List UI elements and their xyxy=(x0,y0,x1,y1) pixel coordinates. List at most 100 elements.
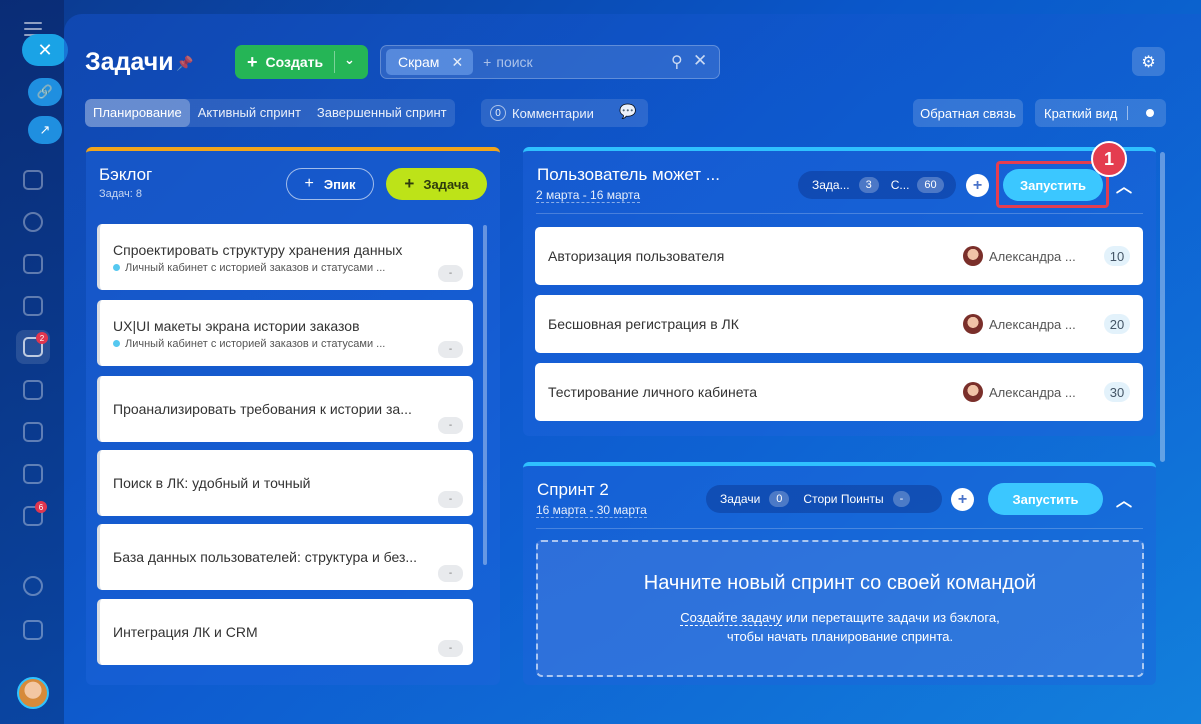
scrollbar[interactable] xyxy=(483,225,487,565)
create-button[interactable]: + Создать ⌄ xyxy=(235,45,368,79)
sprint-dates[interactable]: 2 марта - 16 марта xyxy=(536,188,641,203)
comments-button[interactable]: 0 Комментарии 💬 xyxy=(481,99,648,127)
file-icon[interactable] xyxy=(23,296,43,316)
calendar-icon[interactable] xyxy=(23,254,43,274)
tasks-label: Задачи xyxy=(720,492,761,506)
sprint-drop-zone[interactable]: Начните новый спринт со своей командой С… xyxy=(536,540,1144,677)
backlog-column: Бэклог Задач: 8 + Эпик + Задача Спроекти… xyxy=(86,147,500,685)
divider xyxy=(536,213,1143,214)
card-title: Проанализировать требования к истории за… xyxy=(113,401,412,417)
story-points[interactable]: - xyxy=(438,491,463,508)
search-icon[interactable]: ⚲ xyxy=(671,52,683,72)
sprint-dates[interactable]: 16 марта - 30 марта xyxy=(536,503,647,518)
page-title: Задачи xyxy=(85,48,174,76)
backlog-card[interactable]: Поиск в ЛК: удобный и точный - xyxy=(97,450,473,516)
add-epic-button[interactable]: + Эпик xyxy=(286,168,374,200)
search-input[interactable] xyxy=(496,54,677,70)
card-title: UX|UI макеты экрана истории заказов xyxy=(113,318,360,334)
sprint-stats: Задачи 0 Стори Поинты - xyxy=(706,485,942,513)
backlog-card[interactable]: UX|UI макеты экрана истории заказов Личн… xyxy=(97,300,473,366)
card-title: Интеграция ЛК и CRM xyxy=(113,624,258,640)
points-count: - xyxy=(892,491,911,507)
epic-label: Эпик xyxy=(323,176,356,192)
inbox-icon[interactable] xyxy=(23,422,43,442)
feedback-button[interactable]: Обратная связь xyxy=(913,99,1023,127)
compact-view-toggle[interactable]: Краткий вид xyxy=(1035,99,1166,127)
sprint-task-row[interactable]: Авторизация пользователя Александра ... … xyxy=(535,227,1143,285)
comments-count: 0 xyxy=(490,105,506,121)
clear-icon[interactable]: ✕ xyxy=(693,51,707,71)
plus-icon: + xyxy=(247,51,258,72)
plus-icon: + xyxy=(304,175,314,192)
avatar[interactable] xyxy=(17,677,49,709)
mail-icon[interactable] xyxy=(23,464,43,484)
sprint-2-column: Спринт 2 16 марта - 30 марта Задачи 0 Ст… xyxy=(523,462,1156,685)
filter-chip-label: Скрам xyxy=(398,54,440,70)
task-title: Тестирование личного кабинета xyxy=(548,384,758,400)
sprint-task-row[interactable]: Тестирование личного кабинета Александра… xyxy=(535,363,1143,421)
sprint-task-row[interactable]: Бесшовная регистрация в ЛК Александра ..… xyxy=(535,295,1143,353)
backlog-count: Задач: 8 xyxy=(99,188,143,200)
filter-chip[interactable]: Скрам ✕ xyxy=(386,49,474,75)
card-title: Поиск в ЛК: удобный и точный xyxy=(113,475,311,491)
create-task-link[interactable]: Создайте задачу xyxy=(680,610,783,626)
chevron-up-icon[interactable]: ︿ xyxy=(1116,173,1132,197)
close-icon[interactable]: ✕ xyxy=(22,34,68,66)
story-points[interactable]: - xyxy=(438,341,463,358)
hexagon-icon[interactable] xyxy=(23,212,43,232)
sprint-title[interactable]: Пользователь может ... xyxy=(537,165,720,185)
empty-sprint-text: Создайте задачу или перетащите задачи из… xyxy=(538,608,1142,646)
card-epic-label: Личный кабинет с историей заказов и стат… xyxy=(125,338,386,350)
chip-remove-icon[interactable]: ✕ xyxy=(451,54,463,71)
comments-label: Комментарии xyxy=(512,105,594,121)
document-icon[interactable] xyxy=(23,170,43,190)
card-epic: Личный кабинет с историей заказов и стат… xyxy=(113,262,385,274)
story-points[interactable]: 30 xyxy=(1104,382,1130,402)
empty-sprint-title: Начните новый спринт со своей командой xyxy=(643,572,1037,594)
funnel-badge: 6 xyxy=(35,501,47,513)
backlog-card[interactable]: База данных пользователей: структура и б… xyxy=(97,524,473,590)
settings-rail-icon[interactable] xyxy=(23,576,43,596)
story-points[interactable]: - xyxy=(438,565,463,582)
divider xyxy=(334,51,335,73)
external-icon[interactable]: ↗ xyxy=(28,116,62,144)
backlog-title: Бэклог xyxy=(99,165,153,184)
tasks-count: 0 xyxy=(769,491,790,507)
points-label: Стори Поинты xyxy=(803,492,884,506)
card-title: База данных пользователей: структура и б… xyxy=(113,549,418,565)
gear-icon[interactable]: ⚙ xyxy=(1132,47,1165,76)
apps-icon[interactable] xyxy=(23,620,43,640)
assignee: Александра ... xyxy=(989,385,1076,400)
add-task-button[interactable]: + Задача xyxy=(386,168,487,200)
story-points[interactable]: 20 xyxy=(1104,314,1130,334)
tab-completed-sprint[interactable]: Завершенный спринт xyxy=(309,99,455,127)
card-title: Спроектировать структуру хранения данных xyxy=(113,242,403,258)
backlog-card[interactable]: Интеграция ЛК и CRM - xyxy=(97,599,473,665)
start-sprint-button[interactable]: Запустить xyxy=(988,483,1103,515)
avatar xyxy=(963,246,983,266)
sprint-title[interactable]: Спринт 2 xyxy=(537,480,609,500)
tasks-label: Зада... xyxy=(812,178,850,192)
chevron-up-icon[interactable]: ︿ xyxy=(1116,487,1132,511)
story-points[interactable]: - xyxy=(438,640,463,657)
link-icon[interactable]: 🔗 xyxy=(28,78,62,106)
plus-icon[interactable]: + xyxy=(966,174,989,197)
card-epic: Личный кабинет с историей заказов и стат… xyxy=(113,338,385,350)
search-bar[interactable]: Скрам ✕ + ⚲ ✕ xyxy=(380,45,720,79)
pin-icon[interactable]: 📌 xyxy=(176,55,193,72)
scrollbar[interactable] xyxy=(1160,152,1165,462)
story-points[interactable]: - xyxy=(438,265,463,282)
backlog-card[interactable]: Проанализировать требования к истории за… xyxy=(97,376,473,442)
chevron-down-icon[interactable]: ⌄ xyxy=(344,52,355,68)
story-points[interactable]: 10 xyxy=(1104,246,1130,266)
story-points[interactable]: - xyxy=(438,417,463,434)
toggle-dot xyxy=(1146,109,1154,117)
start-button-highlight xyxy=(996,161,1109,208)
divider xyxy=(1127,106,1128,120)
plus-icon[interactable]: + xyxy=(951,488,974,511)
backlog-card[interactable]: Спроектировать структуру хранения данных… xyxy=(97,224,473,290)
monitor-icon[interactable] xyxy=(23,380,43,400)
tab-active-sprint[interactable]: Активный спринт xyxy=(190,99,309,127)
sprint-stats: Зада... 3 С... 60 xyxy=(798,171,956,199)
tab-planning[interactable]: Планирование xyxy=(85,99,190,127)
